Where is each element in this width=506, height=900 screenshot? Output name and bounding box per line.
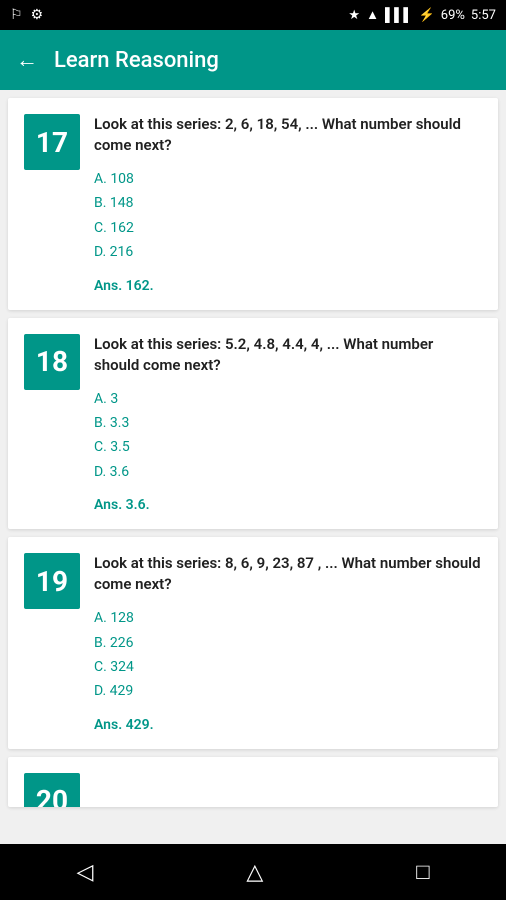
option-label: B. — [94, 635, 106, 651]
option-value: 108 — [110, 171, 134, 187]
option-label: C. — [94, 220, 107, 236]
card-body-18: Look at this series: 5.2, 4.8, 4.4, 4, .… — [94, 334, 482, 514]
answer-label-17: Ans. — [94, 278, 122, 294]
nav-recent-button[interactable]: □ — [392, 851, 453, 893]
option-label: D. — [94, 683, 106, 699]
option-value: 3 — [110, 391, 118, 407]
android-icon: ⚙ — [31, 7, 44, 23]
card-body-19: Look at this series: 8, 6, 9, 23, 87 , .… — [94, 553, 482, 733]
status-bar-right: ★ ▲ ▌▌▌ ⚡ 69% 5:57 — [348, 7, 496, 23]
battery-percent: 69% — [441, 8, 465, 23]
content-area: 17 Look at this series: 2, 6, 18, 54, ..… — [0, 90, 506, 844]
page-title: Learn Reasoning — [54, 48, 219, 73]
bottom-nav: ◁ △ □ — [0, 844, 506, 900]
option-19-d: D. 429 — [94, 680, 482, 702]
option-value: 128 — [110, 610, 134, 626]
question-number-17: 17 — [24, 114, 80, 170]
option-value: 162 — [110, 220, 134, 236]
option-18-d: D. 3.6 — [94, 461, 482, 483]
option-19-a: A. 128 — [94, 607, 482, 629]
question-number-20: 20 — [24, 773, 80, 807]
option-value: 216 — [110, 244, 134, 260]
option-label: D. — [94, 244, 106, 260]
status-bar: ⚐ ⚙ ★ ▲ ▌▌▌ ⚡ 69% 5:57 — [0, 0, 506, 30]
question-number-18: 18 — [24, 334, 80, 390]
nav-back-button[interactable]: ◁ — [52, 852, 117, 893]
option-label: D. — [94, 464, 106, 480]
option-17-d: D. 216 — [94, 241, 482, 263]
answer-18: Ans. 3.6. — [94, 491, 482, 513]
option-label: A. — [94, 391, 107, 407]
option-17-a: A. 108 — [94, 168, 482, 190]
option-label: A. — [94, 171, 107, 187]
option-label: B. — [94, 195, 106, 211]
option-18-a: A. 3 — [94, 388, 482, 410]
answer-label-18: Ans. — [94, 497, 122, 513]
option-label: A. — [94, 610, 107, 626]
option-value: 3.5 — [110, 439, 129, 455]
question-card-18: 18 Look at this series: 5.2, 4.8, 4.4, 4… — [8, 318, 498, 530]
answer-17: Ans. 162. — [94, 272, 482, 294]
option-18-c: C. 3.5 — [94, 436, 482, 458]
option-17-b: B. 148 — [94, 192, 482, 214]
question-card-19: 19 Look at this series: 8, 6, 9, 23, 87 … — [8, 537, 498, 749]
option-label: C. — [94, 659, 107, 675]
question-text-19: Look at this series: 8, 6, 9, 23, 87 , .… — [94, 553, 482, 595]
nav-home-button[interactable]: △ — [222, 852, 287, 893]
option-19-c: C. 324 — [94, 656, 482, 678]
question-text-17: Look at this series: 2, 6, 18, 54, ... W… — [94, 114, 482, 156]
status-bar-left: ⚐ ⚙ — [10, 7, 43, 23]
option-value: 3.6 — [110, 464, 129, 480]
option-value: 324 — [110, 659, 134, 675]
question-card-20-partial: 20 — [8, 757, 498, 807]
option-label: B. — [94, 415, 106, 431]
battery-icon: ⚡ — [419, 8, 435, 23]
answer-value-19: 429. — [126, 717, 154, 733]
question-card-17: 17 Look at this series: 2, 6, 18, 54, ..… — [8, 98, 498, 310]
option-label: C. — [94, 439, 107, 455]
answer-value-18: 3.6. — [126, 497, 150, 513]
option-value: 3.3 — [110, 415, 129, 431]
option-value: 429 — [110, 683, 134, 699]
answer-label-19: Ans. — [94, 717, 122, 733]
options-19: A. 128 B. 226 C. 324 D. 429 — [94, 603, 482, 703]
star-icon: ★ — [348, 8, 360, 23]
toolbar: ← Learn Reasoning — [0, 30, 506, 90]
option-value: 148 — [110, 195, 134, 211]
options-17: A. 108 B. 148 C. 162 D. 216 — [94, 164, 482, 264]
card-body-17: Look at this series: 2, 6, 18, 54, ... W… — [94, 114, 482, 294]
answer-19: Ans. 429. — [94, 711, 482, 733]
answer-value-17: 162. — [126, 278, 154, 294]
signal-icon: ▌▌▌ — [385, 7, 413, 23]
back-button[interactable]: ← — [16, 47, 38, 73]
option-17-c: C. 162 — [94, 217, 482, 239]
usb-icon: ⚐ — [10, 7, 23, 23]
option-value: 226 — [110, 635, 134, 651]
option-19-b: B. 226 — [94, 632, 482, 654]
question-text-18: Look at this series: 5.2, 4.8, 4.4, 4, .… — [94, 334, 482, 376]
options-18: A. 3 B. 3.3 C. 3.5 D. 3.6 — [94, 384, 482, 484]
time-display: 5:57 — [471, 8, 496, 23]
wifi-icon: ▲ — [366, 7, 379, 23]
option-18-b: B. 3.3 — [94, 412, 482, 434]
question-number-19: 19 — [24, 553, 80, 609]
